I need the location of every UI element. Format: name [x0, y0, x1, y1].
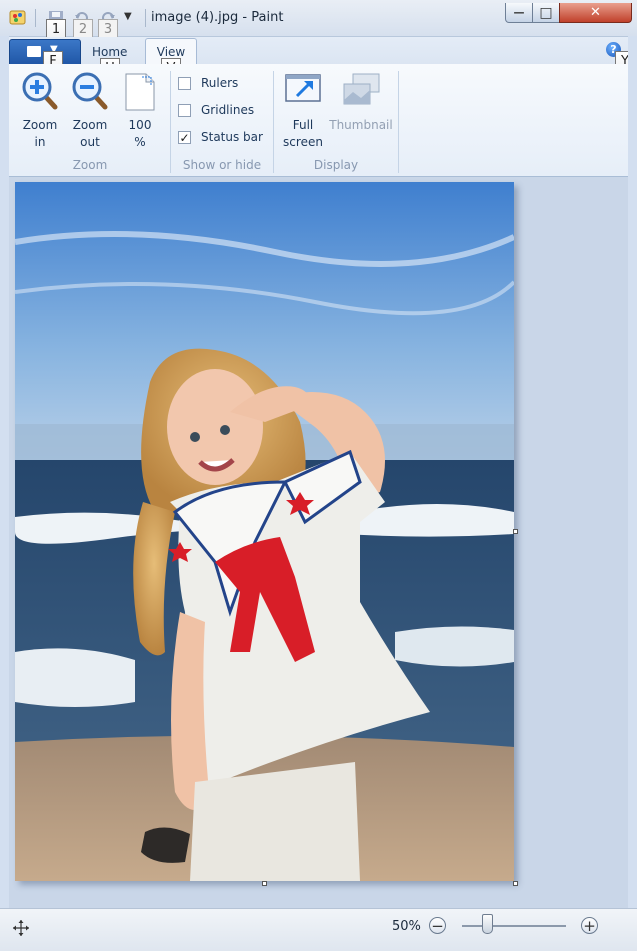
- ribbon-view-panel: Zoom in Zoom out 100 % Zoom Rulers Gridl…: [0, 64, 637, 177]
- status-bar-label: Status bar: [201, 130, 263, 144]
- zoom-slider-thumb[interactable]: [482, 914, 493, 934]
- beach-photo-image: [15, 182, 514, 881]
- window-title: image (4).jpg - Paint: [151, 10, 284, 25]
- zoom-100-label-line2: %: [134, 135, 146, 149]
- rulers-checkbox-row[interactable]: Rulers: [178, 73, 238, 93]
- zoom-out-label-line1: Zoom: [72, 118, 108, 132]
- rulers-label: Rulers: [201, 76, 239, 90]
- maximize-icon: □: [539, 4, 553, 21]
- full-screen-icon: [285, 74, 321, 102]
- display-group-label: Display: [313, 158, 359, 172]
- zoom-out-label-line2: out: [80, 135, 100, 149]
- status-bar-checkbox[interactable]: ✓: [178, 130, 191, 144]
- zoom-out-status-button[interactable]: −: [429, 917, 446, 934]
- full-screen-button[interactable]: Full screen: [280, 70, 326, 151]
- gridlines-label: Gridlines: [201, 103, 255, 117]
- zoom-in-label-line2: in: [34, 135, 46, 149]
- zoom-slider-track[interactable]: [462, 925, 566, 927]
- zoom-group-label: Zoom: [72, 158, 108, 172]
- thumbnail-icon: [343, 73, 380, 105]
- full-screen-label-line2: screen: [283, 135, 323, 149]
- image-canvas[interactable]: [15, 182, 514, 881]
- status-bar-checkbox-row[interactable]: ✓ Status bar: [178, 127, 263, 147]
- zoom-out-icon: [72, 72, 108, 110]
- zoom-out-button[interactable]: Zoom out: [67, 70, 113, 151]
- zoom-in-status-button[interactable]: +: [581, 917, 598, 934]
- zoom-level-text: 50%: [392, 919, 421, 934]
- canvas-resize-handle-corner[interactable]: [513, 881, 518, 886]
- zoom-in-label-line1: Zoom: [22, 118, 58, 132]
- quick-access-separator: [35, 9, 36, 27]
- zoom-in-button[interactable]: Zoom in: [17, 70, 63, 151]
- actual-size-page-icon: [125, 73, 155, 111]
- zoom-100-label-line1: 100: [128, 118, 152, 132]
- minimize-icon: —: [513, 6, 525, 19]
- canvas-resize-handle-bottom[interactable]: [262, 881, 267, 886]
- window-frame-right: [628, 36, 637, 908]
- minimize-button[interactable]: —: [505, 3, 533, 23]
- window-frame-left: [0, 36, 9, 908]
- title-separator: [145, 9, 146, 27]
- full-screen-label-line1: Full: [292, 118, 314, 132]
- gridlines-checkbox-row[interactable]: Gridlines: [178, 100, 254, 120]
- show-or-hide-group-label: Show or hide: [182, 158, 262, 172]
- cursor-position-icon: [13, 920, 29, 936]
- thumbnail-label: Thumbnail: [329, 118, 393, 132]
- canvas-resize-handle-right[interactable]: [513, 529, 518, 534]
- thumbnail-button[interactable]: Thumbnail: [328, 70, 394, 134]
- ribbon-tab-row: ▼ Home View: [0, 37, 637, 66]
- title-bar: ▼ image (4).jpg - Paint — □ ✕: [0, 0, 637, 37]
- paint-menu-icon: [27, 46, 41, 57]
- rulers-checkbox[interactable]: [178, 76, 191, 90]
- status-bar: 50% − +: [0, 908, 637, 951]
- close-icon: ✕: [590, 5, 601, 20]
- group-separator: [170, 71, 171, 173]
- group-separator: [273, 71, 274, 173]
- gridlines-checkbox[interactable]: [178, 103, 191, 117]
- maximize-button[interactable]: □: [532, 3, 560, 23]
- zoom-in-icon: [22, 72, 58, 110]
- paint-app-icon[interactable]: [9, 9, 27, 27]
- customize-quick-access-dropdown-icon[interactable]: ▼: [124, 11, 132, 22]
- close-button[interactable]: ✕: [559, 3, 632, 23]
- group-separator: [398, 71, 399, 173]
- zoom-100-button[interactable]: 100 %: [118, 70, 162, 151]
